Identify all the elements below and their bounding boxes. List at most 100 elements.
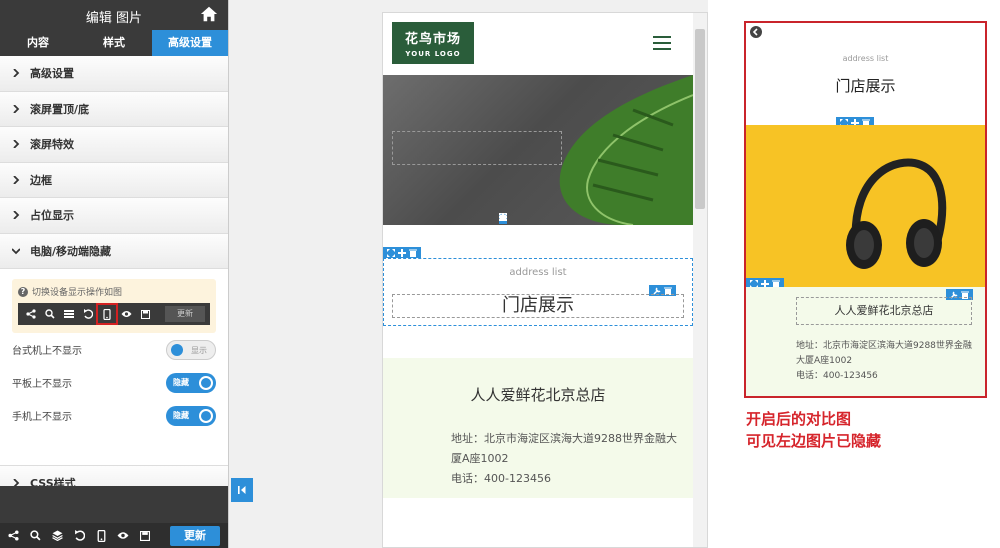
section-label: 高级设置 (30, 67, 74, 81)
undo-icon (79, 305, 97, 323)
save-icon[interactable] (134, 525, 156, 547)
store-name: 人人爱鲜花北京总店 (470, 386, 606, 404)
home-icon[interactable] (200, 5, 218, 23)
question-icon: ? (18, 286, 28, 297)
toggle-row-tablet: 平板上不显示 隐藏 (12, 366, 216, 399)
section-scroll-top[interactable]: 滚屏置顶/底 (0, 91, 228, 127)
chevron-right-icon (13, 69, 20, 78)
block-controls[interactable] (383, 247, 421, 258)
device-hide-body: ? 切换设备显示操作如图 更新 台式机上不显示 显示 平板上不显示 隐藏 手机上… (0, 269, 228, 466)
scroll-thumb[interactable] (695, 29, 705, 209)
store-phone: 电话：400-123456 (796, 371, 878, 381)
toggle-state: 显示 (191, 345, 207, 355)
trash-icon (409, 249, 417, 257)
add-icon (398, 248, 406, 257)
comparison-caption: 开启后的对比图 可见左边图片已隐藏 (746, 408, 881, 452)
search-icon[interactable] (24, 525, 46, 547)
store-contact: 地址：北京市海淀区滨海大道9288世界金融大厦A座1002 电话：400-123… (451, 429, 685, 489)
tip-text: ? 切换设备显示操作如图 (18, 285, 210, 298)
tab-content[interactable]: 内容 (0, 30, 76, 56)
section-advanced[interactable]: 高级设置 (0, 56, 228, 92)
eye-icon (117, 305, 135, 323)
toggle-state: 隐藏 (173, 377, 189, 387)
store-phone: 电话：400-123456 (451, 472, 551, 485)
search-icon (41, 305, 59, 323)
panel-empty-area (0, 486, 228, 523)
store-block[interactable]: address list 门店展示 (383, 258, 693, 326)
dashed-placeholder (392, 131, 562, 165)
tip-label: 切换设备显示操作如图 (32, 288, 123, 298)
store-name: 人人爱鲜花北京总店 (796, 297, 972, 325)
headphones-image (746, 125, 985, 287)
store-title: 门店展示 (835, 77, 896, 95)
move-icon (387, 248, 395, 257)
mobile-icon (96, 303, 118, 325)
store-address: 地址：北京市海淀区滨海大道9288世界金融大厦A座1002 (451, 432, 677, 465)
editor-panel: 编辑 图片 内容 样式 高级设置 高级设置 滚屏置顶/底 滚屏特效 边框 占位显… (0, 0, 229, 548)
site-logo[interactable]: 花鸟市场 YOUR LOGO (392, 22, 474, 64)
panel-title: 编辑 图片 (85, 11, 143, 26)
undo-icon[interactable] (68, 525, 90, 547)
toggle-knob (199, 375, 213, 390)
share-icon[interactable] (2, 525, 24, 547)
chevron-right-icon (13, 140, 20, 149)
back-icon (750, 26, 762, 38)
section-label: 滚屏特效 (30, 138, 74, 152)
collapse-left-icon (238, 486, 246, 494)
hamburger-menu-icon[interactable] (653, 35, 671, 51)
logo-cn-text: 花鸟市场 (404, 32, 461, 47)
section-label: 占位显示 (30, 209, 74, 223)
headphones-icon (846, 158, 947, 269)
tip-box: ? 切换设备显示操作如图 更新 (12, 279, 216, 333)
caption-line-2: 可见左边图片已隐藏 (746, 432, 882, 450)
hero-image[interactable] (383, 75, 693, 225)
chevron-right-icon (13, 104, 20, 113)
preview-scrollbar[interactable] (693, 13, 707, 547)
logo-en-text: YOUR LOGO (405, 50, 461, 58)
section-device-hide[interactable]: 电脑/移动端隐藏 (0, 233, 228, 269)
section-scroll-effect[interactable]: 滚屏特效 (0, 127, 228, 163)
section-border[interactable]: 边框 (0, 162, 228, 198)
trash-icon (499, 213, 507, 221)
desktop-hide-toggle[interactable]: 显示 (166, 339, 216, 360)
tab-style[interactable]: 样式 (76, 30, 152, 56)
toggle-row-desktop: 台式机上不显示 显示 (12, 333, 216, 366)
mobile-icon[interactable] (90, 525, 112, 547)
eye-icon[interactable] (112, 525, 134, 547)
bottom-toolbar: 更新 (0, 523, 228, 548)
store-contact: 地址：北京市海淀区滨海大道9288世界金融大厦A座1002 电话：400-123… (796, 339, 978, 384)
tablet-hide-toggle[interactable]: 隐藏 (166, 372, 216, 393)
toggle-label: 手机上不显示 (12, 412, 72, 423)
toggle-row-mobile: 手机上不显示 隐藏 (12, 399, 216, 432)
store-title[interactable]: 门店展示 (392, 294, 684, 318)
store-info-card: 人人爱鲜花北京总店 地址：北京市海淀区滨海大道9288世界金融大厦A座1002 … (746, 287, 985, 396)
address-list-label: address list (509, 267, 567, 278)
address-list-label: address list (842, 54, 889, 63)
toggle-label: 平板上不显示 (12, 379, 72, 390)
mobile-preview: 花鸟市场 YOUR LOGO address list 门店展示 人人爱鲜花北京… (382, 12, 708, 548)
collapse-panel-button[interactable] (231, 478, 253, 502)
chevron-right-icon (13, 211, 20, 220)
image-controls[interactable] (499, 213, 507, 224)
panel-tabs: 内容 样式 高级设置 (0, 30, 228, 56)
tab-advanced[interactable]: 高级设置 (152, 30, 228, 56)
section-label: 电脑/移动端隐藏 (30, 244, 112, 258)
toggle-state: 隐藏 (173, 410, 189, 420)
panel-header: 编辑 图片 (0, 0, 228, 30)
caption-line-1: 开启后的对比图 (746, 410, 852, 428)
section-label: 滚屏置顶/底 (30, 102, 90, 116)
mobile-hide-toggle[interactable]: 隐藏 (166, 405, 216, 426)
toggle-knob (171, 343, 183, 356)
toggle-knob (199, 408, 213, 423)
chevron-down-icon (12, 248, 20, 255)
mini-update-button: 更新 (165, 306, 205, 322)
share-icon (22, 305, 40, 323)
section-placeholder[interactable]: 占位显示 (0, 198, 228, 234)
save-icon (136, 305, 154, 323)
update-button[interactable]: 更新 (170, 525, 220, 546)
store-info-card: 人人爱鲜花北京总店 地址：北京市海淀区滨海大道9288世界金融大厦A座1002 … (383, 358, 693, 498)
layers-icon[interactable] (46, 525, 68, 547)
list-icon (60, 305, 78, 323)
chevron-right-icon (13, 175, 20, 184)
section-label: 边框 (30, 173, 52, 187)
